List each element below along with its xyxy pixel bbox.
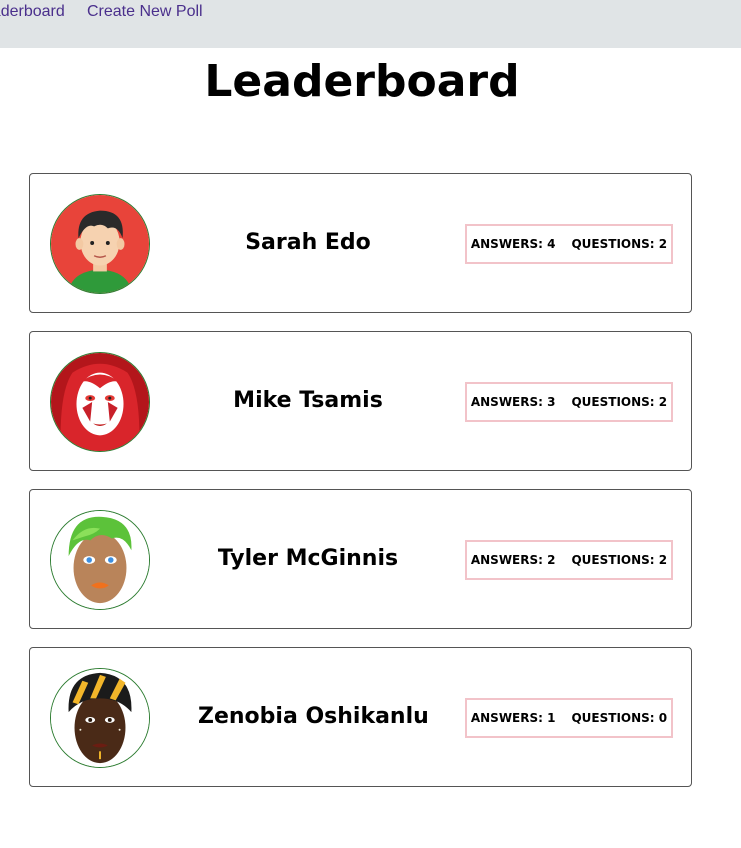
questions-stat: QUESTIONS: 2 [571,237,667,251]
leaderboard-card: Zenobia Oshikanlu ANSWERS: 1 QUESTIONS: … [29,647,692,787]
questions-count: 2 [658,553,668,567]
answers-count: 4 [547,237,556,251]
leaderboard-card: Sarah Edo ANSWERS: 4 QUESTIONS: 2 [29,173,692,313]
answers-stat: ANSWERS: 1 [471,711,556,725]
answers-stat: ANSWERS: 4 [471,237,556,251]
user-name: Sarah Edo [245,230,371,255]
young-man-avatar-icon [50,194,150,294]
answers-count: 3 [547,395,556,409]
questions-label: QUESTIONS: [571,553,655,567]
questions-stat: QUESTIONS: 2 [571,553,667,567]
answers-label: ANSWERS: [470,553,543,567]
answers-count: 1 [547,711,556,725]
questions-stat: QUESTIONS: 0 [571,711,667,725]
leaderboard-card: Mike Tsamis ANSWERS: 3 QUESTIONS: 2 [29,331,692,471]
red-face-paint-woman-avatar-icon [50,352,150,452]
questions-label: QUESTIONS: [571,237,655,251]
user-name: Mike Tsamis [233,388,383,413]
answers-label: ANSWERS: [470,711,543,725]
score-badge: ANSWERS: 2 QUESTIONS: 2 [465,540,673,580]
questions-label: QUESTIONS: [571,395,655,409]
score-badge: ANSWERS: 4 QUESTIONS: 2 [465,224,673,264]
questions-stat: QUESTIONS: 2 [571,395,667,409]
score-badge: ANSWERS: 3 QUESTIONS: 2 [465,382,673,422]
headwrap-woman-avatar-icon [50,668,150,768]
score-badge: ANSWERS: 1 QUESTIONS: 0 [465,698,673,738]
top-nav: Leaderboard Create New Poll [0,0,741,48]
green-hair-woman-avatar-icon [50,510,150,610]
questions-count: 0 [658,711,668,725]
answers-count: 2 [547,553,556,567]
user-name: Tyler McGinnis [217,546,399,571]
answers-stat: ANSWERS: 2 [471,553,556,567]
answers-stat: ANSWERS: 3 [471,395,556,409]
leaderboard-card: Tyler McGinnis ANSWERS: 2 QUESTIONS: 2 [29,489,692,629]
questions-count: 2 [658,237,668,251]
nav-link-leaderboard[interactable]: Leaderboard [0,3,65,21]
page-title: Leaderboard [204,56,520,107]
answers-label: ANSWERS: [470,395,543,409]
user-name: Zenobia Oshikanlu [198,704,429,729]
questions-count: 2 [658,395,668,409]
nav-link-create-new-poll[interactable]: Create New Poll [87,3,203,21]
questions-label: QUESTIONS: [571,711,655,725]
answers-label: ANSWERS: [470,237,543,251]
